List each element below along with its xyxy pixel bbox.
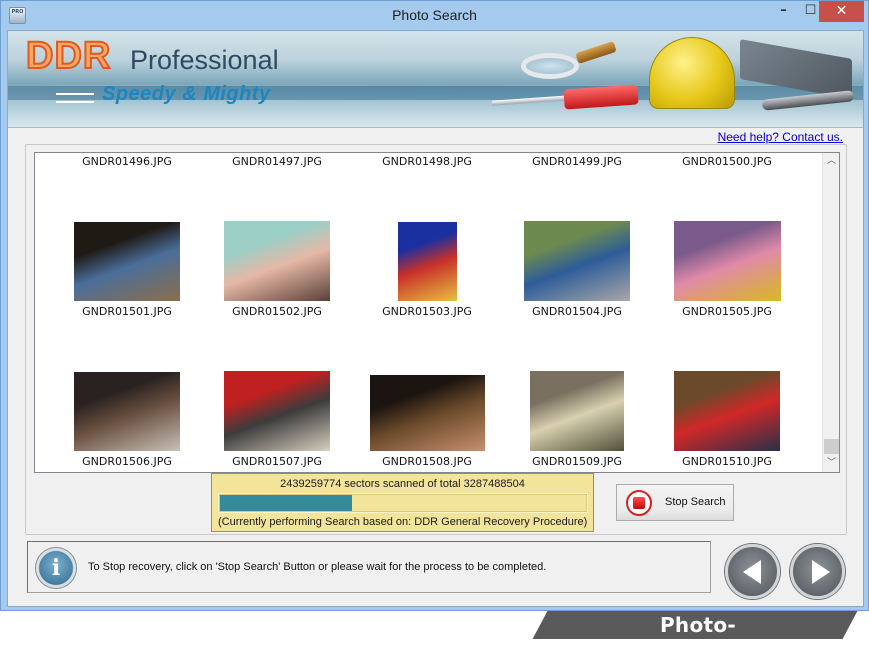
thumbnail-filename: GNDR01504.JPG bbox=[532, 305, 622, 318]
tagline: Speedy & Mighty bbox=[102, 83, 271, 105]
photo-thumbnail[interactable] bbox=[524, 221, 630, 301]
thumbnail-filename: GNDR01507.JPG bbox=[232, 455, 322, 468]
thumbnail-filename: GNDR01508.JPG bbox=[382, 455, 472, 468]
screwdriver-icon bbox=[563, 84, 639, 110]
thumbnail-filename: GNDR01505.JPG bbox=[682, 305, 772, 318]
photo-thumbnail[interactable] bbox=[673, 221, 781, 301]
photo-thumbnail[interactable] bbox=[674, 371, 780, 451]
status-bar: i To Stop recovery, click on 'Stop Searc… bbox=[27, 541, 711, 593]
scrollbar-thumb[interactable] bbox=[824, 439, 839, 454]
photo-thumbnail[interactable] bbox=[74, 372, 180, 451]
thumbnail-filename: GNDR01503.JPG bbox=[382, 305, 472, 318]
vertical-scrollbar[interactable]: ︿ ﹀ bbox=[822, 153, 839, 472]
progress-bar bbox=[218, 493, 588, 513]
scroll-up-arrow-icon[interactable]: ︿ bbox=[823, 153, 839, 170]
next-button[interactable] bbox=[790, 544, 845, 599]
stop-search-button[interactable]: Stop Search bbox=[616, 484, 734, 521]
arrow-left-icon bbox=[743, 560, 761, 584]
progress-bar-fill bbox=[220, 495, 352, 511]
watermark-text: Photo-Engineering.com bbox=[600, 613, 796, 665]
brand-logo: DDR bbox=[25, 34, 112, 78]
stop-icon bbox=[626, 490, 652, 516]
speed-lines bbox=[56, 93, 94, 103]
thumbnail-filename: GNDR01498.JPG bbox=[382, 155, 472, 168]
thumbnail-filename: GNDR01502.JPG bbox=[232, 305, 322, 318]
procedure-label: (Currently performing Search based on: D… bbox=[218, 516, 588, 528]
thumbnail-filename: GNDR01500.JPG bbox=[682, 155, 772, 168]
client-area: DDR Professional Speedy & Mighty Need he… bbox=[7, 30, 864, 607]
header-banner: DDR Professional Speedy & Mighty bbox=[8, 31, 863, 128]
thumbnail-filename: GNDR01496.JPG bbox=[82, 155, 172, 168]
photo-thumbnail[interactable] bbox=[397, 222, 457, 301]
photo-thumbnail[interactable] bbox=[369, 375, 485, 451]
help-contact-link[interactable]: Need help? Contact us. bbox=[718, 130, 843, 144]
thumbnail-filename: GNDR01510.JPG bbox=[682, 455, 772, 468]
photo-thumbnail[interactable] bbox=[74, 222, 180, 301]
close-button[interactable]: ✕ bbox=[819, 1, 864, 22]
hard-hat-icon bbox=[649, 37, 735, 109]
magnifier-icon bbox=[521, 53, 579, 79]
sectors-scanned-label: 2439259774 sectors scanned of total 3287… bbox=[280, 478, 525, 490]
photo-thumbnail[interactable] bbox=[224, 371, 330, 451]
photo-thumbnail[interactable] bbox=[530, 371, 624, 451]
photo-thumbnail[interactable] bbox=[224, 221, 330, 301]
app-window: PRO Photo Search – ☐ ✕ DDR Professional … bbox=[0, 0, 869, 611]
thumbnail-filename: GNDR01509.JPG bbox=[532, 455, 622, 468]
search-panel: GNDR01496.JPG GNDR01497.JPG GNDR01498.JPG G… bbox=[25, 144, 847, 535]
back-button[interactable] bbox=[725, 544, 780, 599]
stop-search-label: Stop Search bbox=[665, 496, 726, 508]
thumbnail-filename: GNDR01497.JPG bbox=[232, 155, 322, 168]
scroll-down-arrow-icon[interactable]: ﹀ bbox=[823, 455, 839, 472]
window-title: Photo Search bbox=[392, 7, 477, 23]
title-bar: PRO Photo Search – ☐ ✕ bbox=[1, 1, 868, 31]
thumbnail-filename: GNDR01506.JPG bbox=[82, 455, 172, 468]
minimize-button[interactable]: – bbox=[770, 1, 797, 22]
info-icon: i bbox=[36, 548, 76, 588]
status-message: To Stop recovery, click on 'Stop Search'… bbox=[88, 561, 547, 573]
scan-progress-box: 2439259774 sectors scanned of total 3287… bbox=[211, 473, 594, 532]
photo-gallery: GNDR01496.JPG GNDR01497.JPG GNDR01498.JPG G… bbox=[34, 152, 840, 473]
product-name: Professional bbox=[130, 45, 279, 75]
magnifier-handle bbox=[575, 41, 617, 64]
arrow-right-icon bbox=[812, 560, 830, 584]
thumbnail-filename: GNDR01501.JPG bbox=[82, 305, 172, 318]
thumbnail-filename: GNDR01499.JPG bbox=[532, 155, 622, 168]
